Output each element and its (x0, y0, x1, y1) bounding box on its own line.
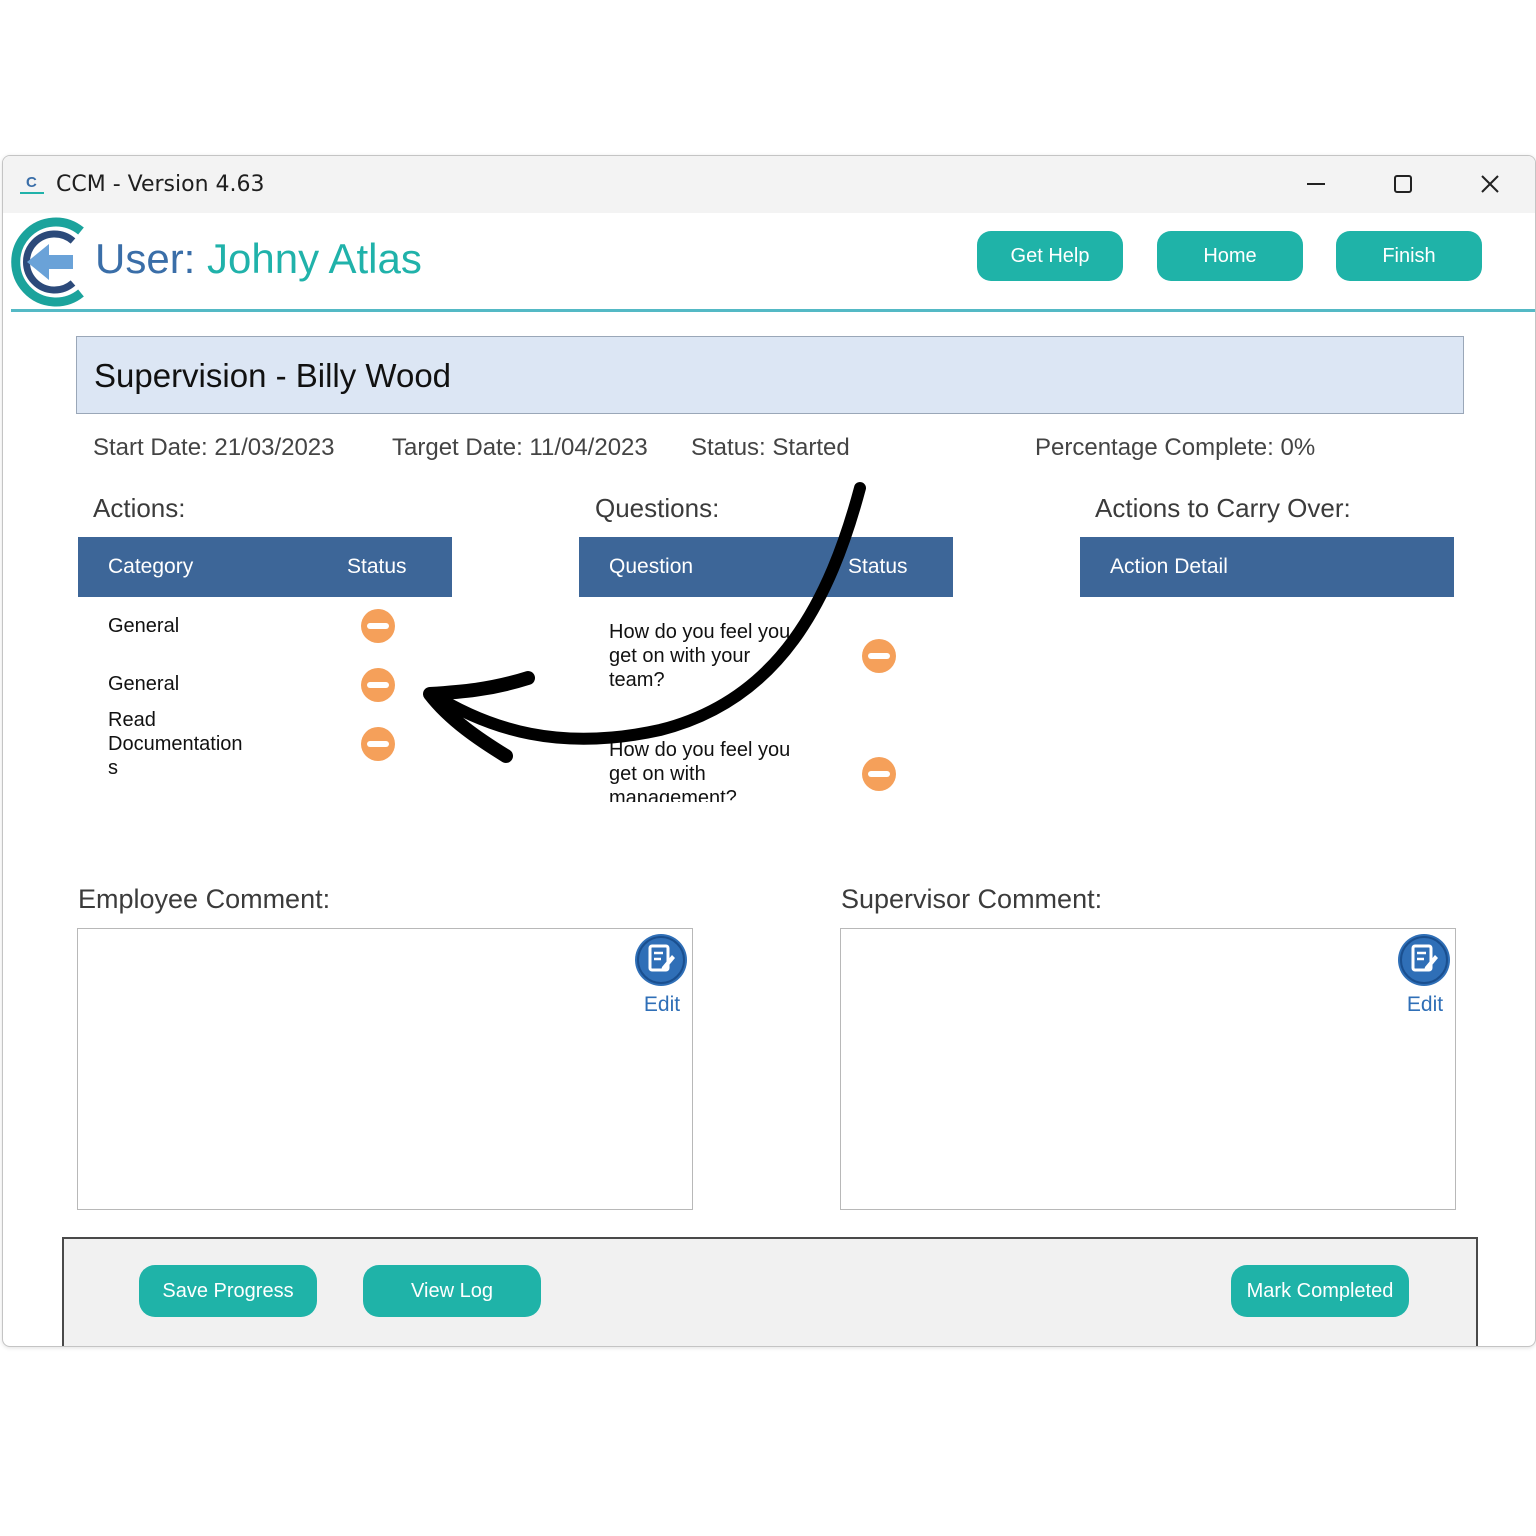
column-header-question: Question (609, 555, 694, 578)
actions-label: Actions: (93, 493, 186, 523)
supervision-title: Supervision - Billy Wood (94, 357, 452, 394)
questions-label: Questions: (595, 493, 720, 523)
ccm-logo-icon (11, 217, 84, 307)
column-header-status: Status (848, 555, 908, 578)
finish-button[interactable]: Finish (1336, 231, 1482, 281)
minus-circle-icon[interactable] (861, 756, 897, 792)
supervision-title-bar: Supervision - Billy Wood (76, 336, 1464, 414)
action-category-text: General (108, 673, 180, 695)
get-help-button[interactable]: Get Help (977, 231, 1123, 281)
app-window: C CCM - Version 4.63 User: Johny Atlas G… (2, 155, 1536, 1347)
action-row-1-category[interactable]: General (108, 614, 179, 638)
footer-bar: Save Progress View Log Mark Completed (62, 1237, 1478, 1346)
minus-circle-icon[interactable] (360, 667, 396, 703)
minimize-button[interactable] (1296, 166, 1336, 202)
edit-icon (635, 934, 687, 986)
svg-text:C: C (26, 174, 37, 191)
action-category-text: General (108, 615, 180, 637)
question-line: management? (609, 787, 737, 802)
employee-comment-label: Employee Comment: (78, 884, 331, 914)
action-category-line: s (108, 757, 118, 779)
actions-table-header: Category Status (78, 537, 452, 597)
view-log-button[interactable]: View Log (363, 1265, 541, 1317)
column-header-status: Status (347, 555, 407, 578)
questions-table-header: Question Status (579, 537, 953, 597)
carry-over-label: Actions to Carry Over: (1095, 493, 1351, 523)
user-heading: User: Johny Atlas (95, 235, 422, 283)
question-line: get on with your (609, 645, 751, 667)
question-line: How do you feel you (609, 739, 791, 761)
mark-completed-button[interactable]: Mark Completed (1231, 1265, 1409, 1317)
app-logo-icon: C (20, 174, 44, 194)
start-date: Start Date: 21/03/2023 (93, 434, 335, 461)
home-button[interactable]: Home (1157, 231, 1303, 281)
user-prefix: User: (95, 235, 196, 282)
minimize-icon (1307, 183, 1325, 185)
action-category-line: Read (108, 709, 156, 731)
question-row-2[interactable]: How do you feel you get on with manageme… (609, 738, 790, 802)
save-progress-button[interactable]: Save Progress (139, 1265, 317, 1317)
close-button[interactable] (1470, 166, 1510, 202)
app-header: User: Johny Atlas (3, 213, 1535, 311)
minus-circle-icon[interactable] (360, 726, 396, 762)
supervisor-comment-label: Supervisor Comment: (841, 884, 1103, 914)
title-bar: C CCM - Version 4.63 (3, 156, 1535, 213)
supervisor-edit-button[interactable]: Edit (1397, 933, 1457, 1016)
target-date: Target Date: 11/04/2023 (392, 434, 648, 461)
user-name: Johny Atlas (207, 235, 422, 282)
employee-edit-button[interactable]: Edit (634, 933, 694, 1016)
action-category-line: Documentation (108, 733, 243, 755)
edit-label: Edit (643, 993, 681, 1016)
question-line: get on with (609, 763, 706, 785)
action-row-3-category[interactable]: Read Documentation s (108, 708, 243, 780)
column-header-category: Category (108, 555, 194, 578)
question-row-1[interactable]: How do you feel you get on with your tea… (609, 620, 790, 692)
maximize-button[interactable] (1383, 166, 1423, 202)
edit-label: Edit (1406, 993, 1444, 1016)
status-text: Status: Started (691, 434, 850, 461)
minus-circle-icon[interactable] (861, 638, 897, 674)
edit-icon (1398, 934, 1450, 986)
carry-over-table-header: Action Detail (1080, 537, 1454, 597)
question-line: team? (609, 669, 665, 691)
maximize-icon (1394, 175, 1412, 193)
question-line: How do you feel you (609, 621, 791, 643)
percentage-complete: Percentage Complete: 0% (1035, 434, 1316, 461)
column-header-action-detail: Action Detail (1110, 555, 1228, 578)
minus-circle-icon[interactable] (360, 608, 396, 644)
close-icon (1481, 175, 1499, 193)
header-divider (11, 309, 1535, 312)
window-title: CCM - Version 4.63 (56, 172, 265, 197)
action-row-2-category[interactable]: General (108, 672, 179, 696)
supervisor-comment-box[interactable]: Edit (840, 928, 1456, 1210)
employee-comment-box[interactable]: Edit (77, 928, 693, 1210)
